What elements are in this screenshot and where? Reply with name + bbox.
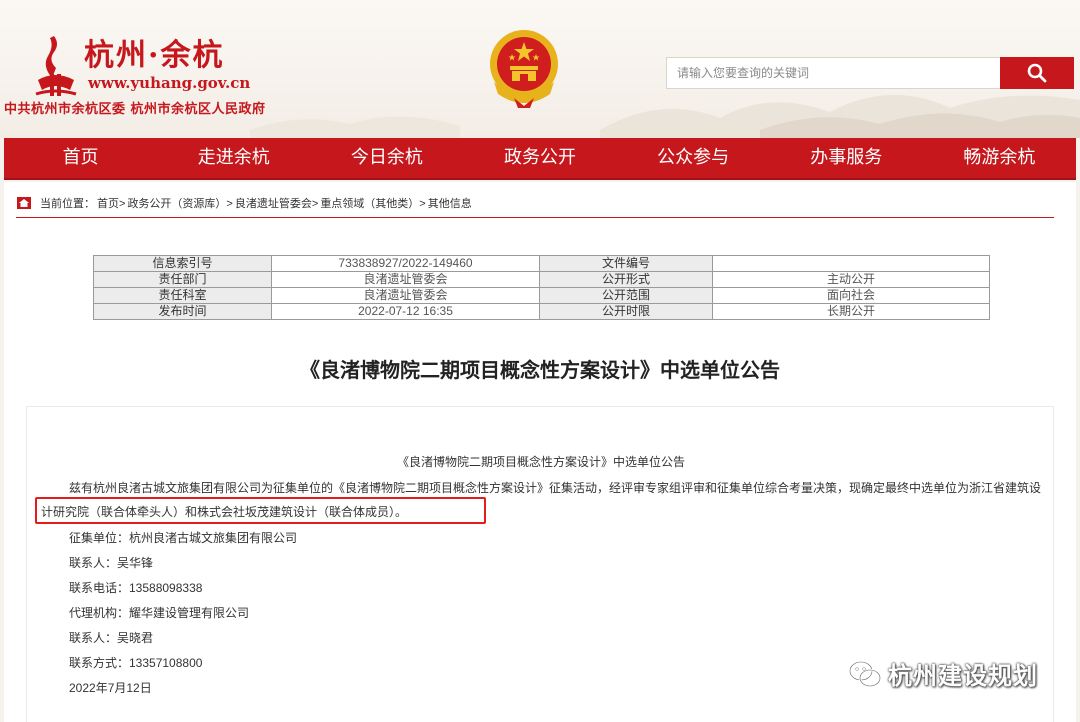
meta-key: 责任科室 [93,287,272,304]
nav-item-today-yuhang[interactable]: 今日余杭 [310,138,463,178]
nav-item-public-participation[interactable]: 公众参与 [617,138,770,178]
site-header: 杭州·余杭 www.yuhang.gov.cn 中共杭州市余杭区委 杭州市余杭区… [0,0,1080,138]
nav-item-about-yuhang[interactable]: 走进余杭 [157,138,310,178]
meta-key: 公开形式 [539,271,713,288]
highlight-box [35,497,486,524]
meta-key: 公开范围 [539,287,713,304]
info-metadata-table: 信息索引号 733838927/2022-149460 文件编号 责任部门 良渚… [93,255,990,320]
breadcrumb-prefix: 当前位置： [40,198,95,210]
meta-value: 2022-07-12 16:35 [271,303,540,320]
national-emblem-icon [490,30,558,108]
table-row: 发布时间 2022-07-12 16:35 公开时限 长期公开 [93,303,990,320]
watermark-text: 杭州建设规划 [888,662,1038,690]
nav-item-government-affairs[interactable]: 政务公开 [463,138,616,178]
nav-item-home[interactable]: 首页 [4,138,157,178]
detail-line: 代理机构：耀华建设管理有限公司 [69,606,250,620]
search-input[interactable]: 请输入您要查询的关键词 [666,57,1000,89]
detail-line: 联系电话：13588098338 [69,581,203,595]
main-panel: 当前位置： 首页> 政务公开（资源库）> 良渚遗址管委会> 重点领域（其他类）>… [4,182,1076,722]
nav-item-tourism[interactable]: 畅游余杭 [923,138,1076,178]
meta-value: 长期公开 [712,303,990,320]
yuhang-logo-icon [35,36,77,96]
table-row: 责任科室 良渚遗址管委会 公开范围 面向社会 [93,287,990,304]
breadcrumb-divider [16,217,1054,218]
meta-key: 公开时限 [539,303,713,320]
breadcrumb-item-home[interactable]: 首页> [97,195,125,211]
breadcrumb-item-liangzhu[interactable]: 良渚遗址管委会> [235,195,318,211]
location-icon [17,197,31,209]
meta-value: 733838927/2022-149460 [271,255,540,272]
breadcrumb-item-gov-affairs[interactable]: 政务公开（资源库）> [127,195,232,211]
wechat-watermark: 杭州建设规划 [848,656,1038,691]
search-button[interactable] [1000,57,1074,89]
main-nav: 首页 走进余杭 今日余杭 政务公开 公众参与 办事服务 畅游余杭 [4,138,1076,180]
search-icon [1027,63,1047,83]
meta-value: 良渚遗址管委会 [271,287,540,304]
meta-value: 主动公开 [712,271,990,288]
meta-value [712,255,990,272]
meta-value: 面向社会 [712,287,990,304]
nav-item-services[interactable]: 办事服务 [770,138,923,178]
meta-key: 发布时间 [93,303,272,320]
meta-value: 良渚遗址管委会 [271,271,540,288]
table-row: 信息索引号 733838927/2022-149460 文件编号 [93,255,990,272]
wechat-icon [848,660,882,687]
meta-key: 文件编号 [539,255,713,272]
detail-line: 联系人：吴晓君 [69,631,154,645]
site-logo-name[interactable]: 杭州·余杭 [84,30,224,74]
site-url: www.yuhang.gov.cn [88,74,251,92]
breadcrumb: 当前位置： 首页> 政务公开（资源库）> 良渚遗址管委会> 重点领域（其他类）>… [16,192,474,214]
organization-names: 中共杭州市余杭区委 杭州市余杭区人民政府 [4,102,266,117]
breadcrumb-item-key-areas[interactable]: 重点领域（其他类）> [320,195,425,211]
meta-key: 责任部门 [93,271,272,288]
detail-line: 联系人：吴华锋 [69,556,154,570]
detail-line: 征集单位：杭州良渚古城文旅集团有限公司 [69,531,298,545]
content-title: 《良渚博物院二期项目概念性方案设计》中选单位公告 [396,455,685,469]
detail-line: 2022年7月12日 [69,681,152,695]
table-row: 责任部门 良渚遗址管委会 公开形式 主动公开 [93,271,990,288]
meta-key: 信息索引号 [93,255,272,272]
page-title: 《良渚博物院二期项目概念性方案设计》中选单位公告 [300,358,780,382]
breadcrumb-item-other-info[interactable]: 其他信息 [428,195,472,211]
detail-line: 联系方式：13357108800 [69,656,203,670]
